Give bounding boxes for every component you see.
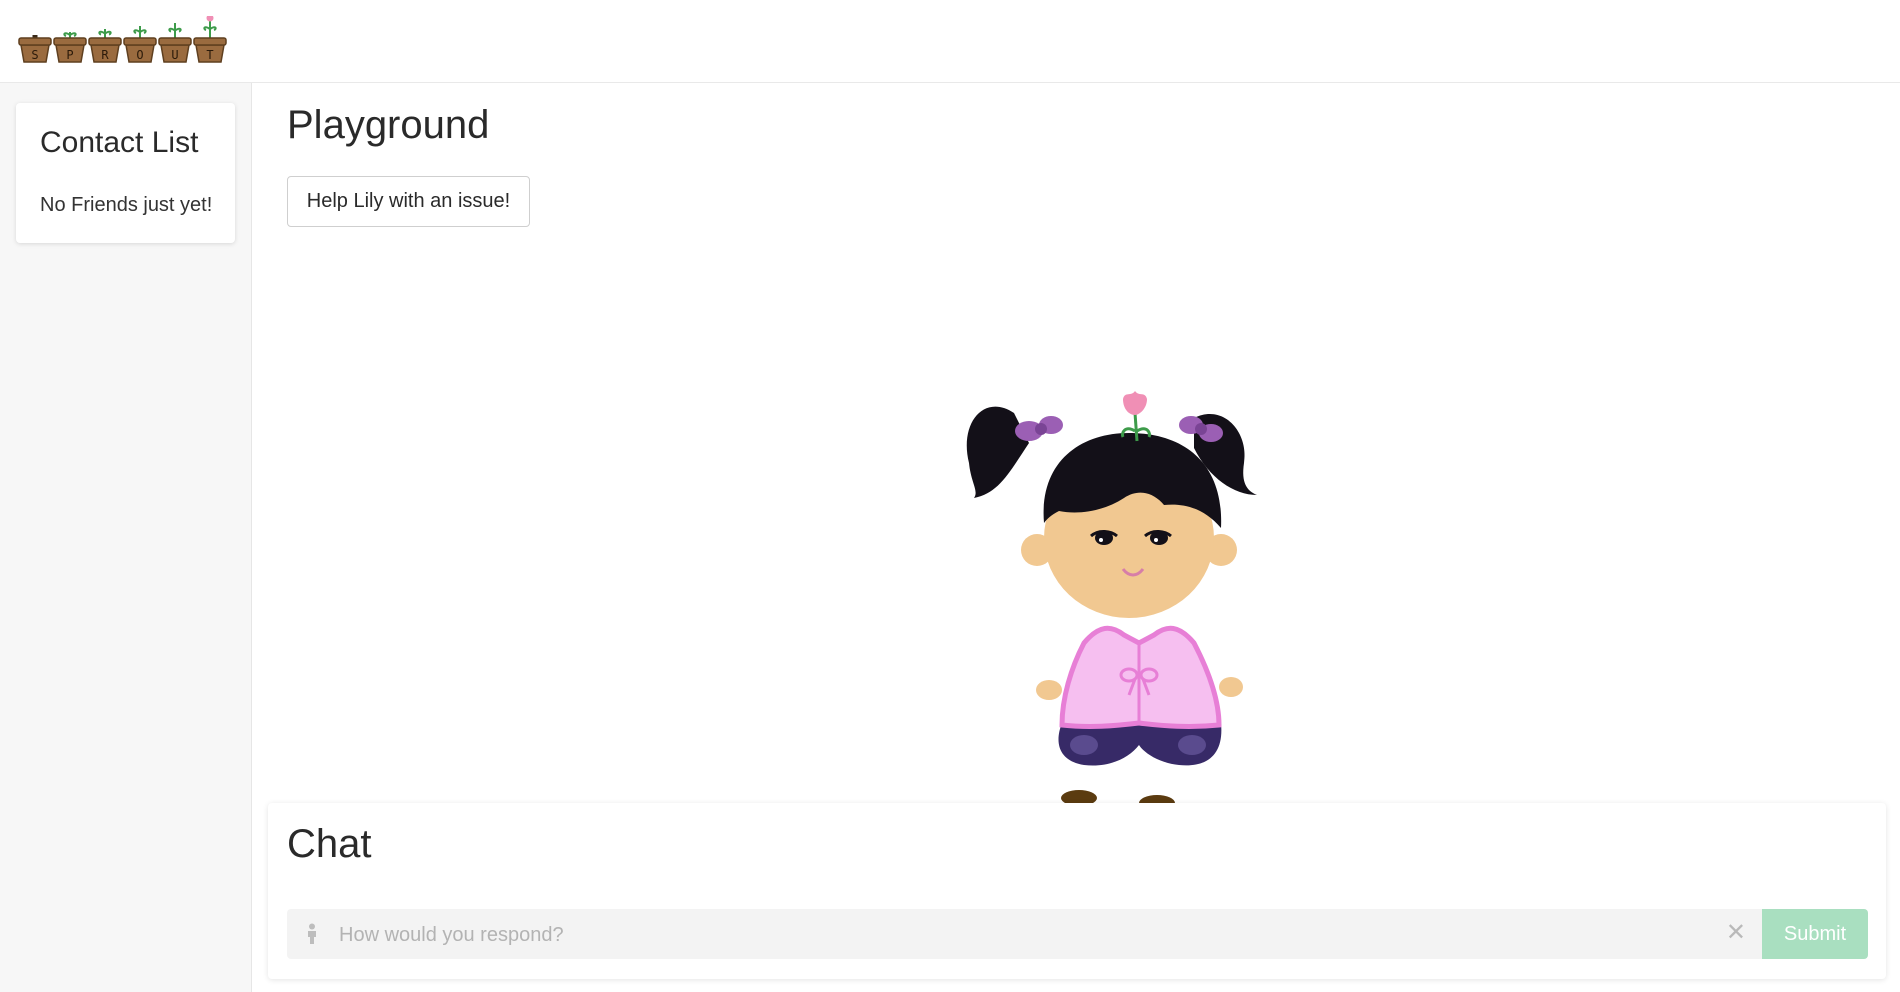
top-navbar: SPROUT bbox=[0, 0, 1900, 83]
logo-pot: S bbox=[18, 35, 52, 63]
sprout-logo-pots: SPROUT bbox=[18, 16, 227, 63]
logo-letter: S bbox=[31, 48, 38, 62]
submit-button[interactable]: Submit bbox=[1762, 909, 1868, 959]
sprout-flower bbox=[1123, 391, 1147, 415]
left-pigtail bbox=[966, 406, 1029, 498]
logo-pot: O bbox=[123, 26, 157, 63]
person-icon bbox=[308, 923, 316, 944]
main-content: Playground Help Lily with an issue! Chat… bbox=[252, 83, 1900, 992]
logo-letter: P bbox=[66, 48, 73, 62]
chat-response-input[interactable] bbox=[337, 909, 1701, 961]
help-lily-button[interactable]: Help Lily with an issue! bbox=[287, 176, 530, 227]
logo-letter: O bbox=[136, 48, 143, 62]
logo-pot: P bbox=[53, 32, 87, 63]
chat-card: Chat ✕ Submit bbox=[268, 803, 1886, 979]
sprout-logo[interactable]: SPROUT bbox=[17, 16, 229, 66]
logo-letter: R bbox=[101, 48, 109, 62]
sidebar: Contact List No Friends just yet! bbox=[0, 83, 252, 992]
right-hand bbox=[1219, 677, 1243, 697]
contact-list-title: Contact List bbox=[40, 126, 199, 159]
chat-title: Chat bbox=[287, 822, 372, 866]
chat-input-container: ✕ bbox=[287, 909, 1762, 961]
logo-letter: T bbox=[206, 48, 213, 62]
close-icon[interactable]: ✕ bbox=[1726, 920, 1746, 946]
left-hair-bow bbox=[1015, 416, 1063, 441]
sprout-stem bbox=[1133, 412, 1139, 442]
playground-title: Playground bbox=[287, 103, 490, 147]
contact-list-empty-message: No Friends just yet! bbox=[40, 194, 213, 216]
logo-letter: U bbox=[171, 48, 178, 62]
contact-list-card: Contact List No Friends just yet! bbox=[16, 103, 235, 243]
logo-pot: R bbox=[88, 29, 122, 63]
logo-pot: U bbox=[158, 23, 192, 63]
logo-pot: T bbox=[193, 16, 227, 63]
lily-character-icon bbox=[966, 391, 1257, 811]
left-hand bbox=[1036, 680, 1062, 700]
